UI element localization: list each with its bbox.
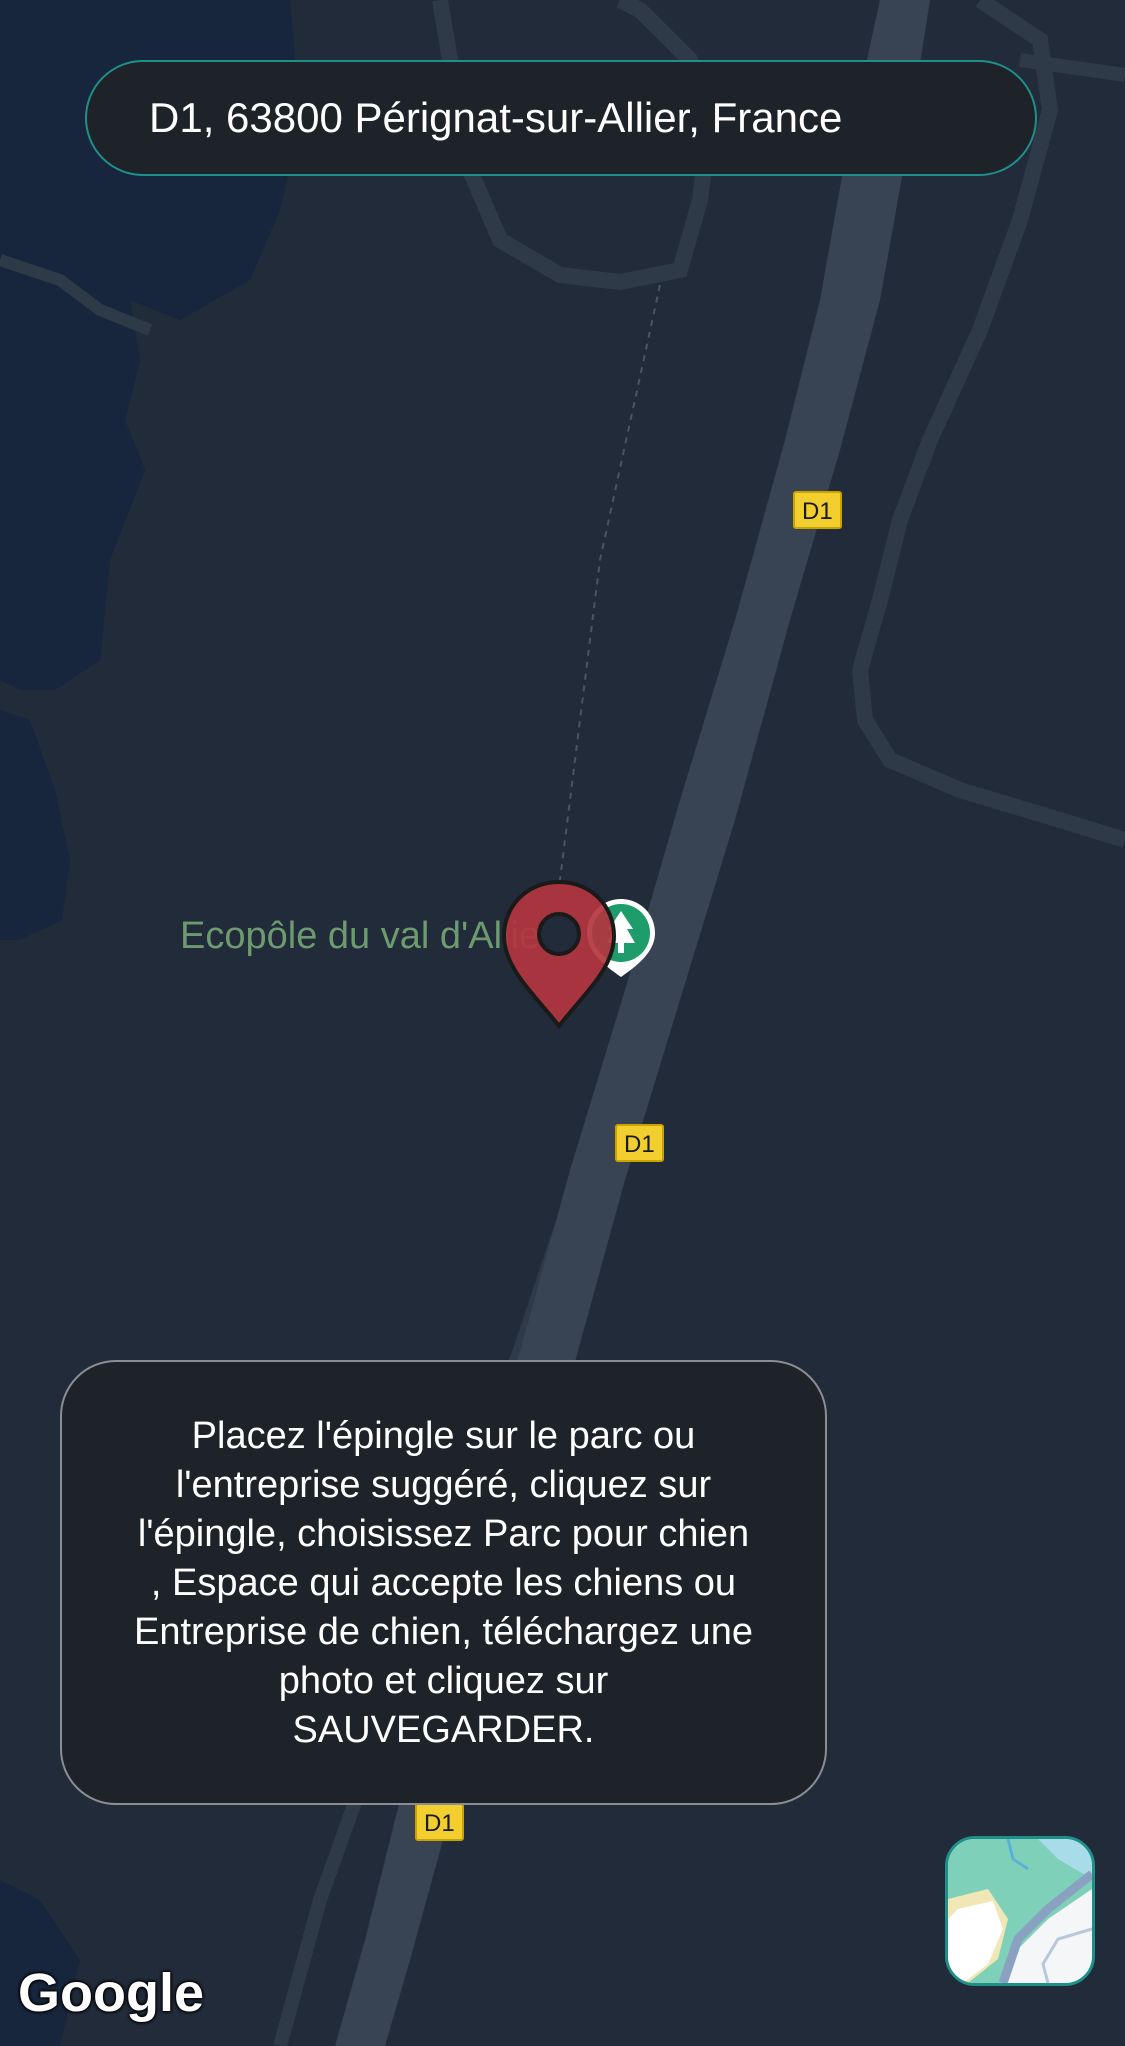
water-area-west — [0, 710, 70, 940]
minor-road-northeast — [1019, 53, 1125, 82]
map-pin-icon[interactable] — [500, 878, 618, 1030]
road-shield-d1: D1 — [415, 1803, 464, 1841]
address-text: D1, 63800 Pérignat-sur-Allier, France — [149, 94, 843, 141]
google-logo: Google — [18, 1963, 204, 2023]
map-layers-button[interactable] — [945, 1836, 1095, 1986]
instructions-text: Placez l'épingle sur le parc ou l'entrep… — [134, 1415, 753, 1751]
road-shield-d1: D1 — [615, 1124, 664, 1162]
address-search-bar[interactable]: D1, 63800 Pérignat-sur-Allier, France — [85, 60, 1037, 176]
map-layers-icon — [948, 1839, 1092, 1983]
road-shield-d1: D1 — [793, 491, 842, 529]
poi-label[interactable]: Ecopôle du val d'Allier — [180, 915, 553, 958]
instructions-card: Placez l'épingle sur le parc ou l'entrep… — [60, 1360, 827, 1805]
dashed-trail — [559, 284, 661, 881]
